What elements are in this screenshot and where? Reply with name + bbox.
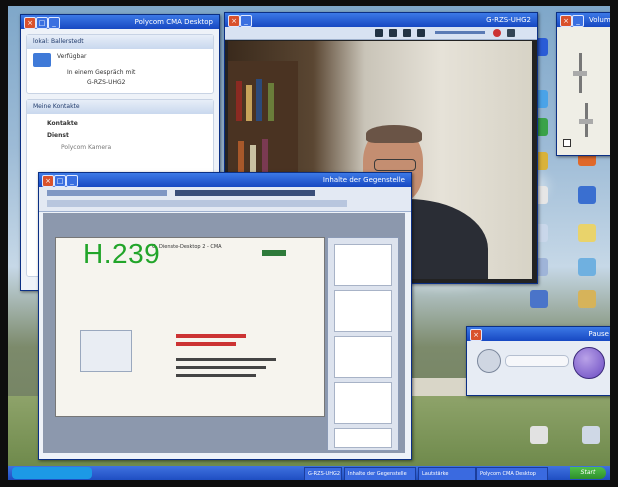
taskbar-item[interactable]: Polycom CMA Desktop — [476, 467, 548, 480]
content-window: × □ _ Inhalte der Gegenstelle G. Dienste… — [38, 172, 412, 460]
desktop-icon[interactable] — [578, 258, 596, 276]
contacts-title: Polycom CMA Desktop — [134, 18, 213, 26]
slide-text-line — [176, 358, 276, 361]
settings-icon[interactable] — [507, 29, 515, 37]
minimize-button[interactable]: _ — [48, 17, 60, 29]
person-glasses — [374, 159, 416, 171]
content-title: Inhalte der Gegenstelle — [322, 176, 405, 184]
slide-thumbnail-pane — [327, 237, 399, 451]
volume-slider-thumb[interactable] — [579, 119, 593, 124]
contacts-group[interactable]: Dienst — [47, 132, 69, 139]
second-toolbar[interactable] — [47, 200, 347, 207]
taskbar: G-RZS-UHG2 Inhalte der Gegenstelle Lauts… — [8, 466, 610, 480]
volume-window: × _ Volume — [556, 12, 610, 156]
close-button[interactable]: × — [24, 17, 36, 29]
close-button[interactable]: × — [42, 175, 54, 187]
pause-titlebar[interactable]: × Pause — [467, 327, 610, 341]
volume-titlebar[interactable]: × _ Volume — [557, 13, 610, 27]
contact-item[interactable]: Polycom Kamera — [61, 144, 111, 151]
book — [236, 81, 242, 121]
book — [268, 83, 274, 121]
contacts-header-label: Meine Kontakte — [33, 103, 80, 110]
slide-thumbnail[interactable] — [334, 336, 392, 378]
camera-icon[interactable] — [375, 29, 383, 37]
pause-progress-track — [505, 355, 569, 367]
minimize-button[interactable]: _ — [66, 175, 78, 187]
recycle-bin-icon[interactable] — [530, 426, 548, 444]
taskbar-item[interactable]: G-RZS-UHG2 — [304, 467, 342, 480]
pause-title: Pause — [588, 330, 609, 338]
slide-logo — [262, 250, 286, 256]
desktop-icon[interactable] — [530, 290, 548, 308]
local-user-panel: lokal: Ballerstedt Verfügbar In einem Ge… — [26, 34, 214, 94]
user-avatar — [33, 53, 51, 67]
taskbar-item[interactable]: Lautstärke — [418, 467, 476, 480]
contacts-header: Meine Kontakte — [27, 100, 213, 114]
call-status-line: In einem Gespräch mit — [67, 69, 136, 76]
minimize-button[interactable]: _ — [572, 15, 584, 27]
slide-text-line — [176, 334, 246, 338]
slide-screenshot — [80, 330, 132, 372]
local-user-name: lokal: Ballerstedt — [33, 38, 84, 45]
slide-heading: G. Dienste-Desktop 2 - CMA — [152, 244, 222, 250]
close-button[interactable]: × — [470, 329, 482, 341]
minimize-button[interactable]: _ — [240, 15, 252, 27]
mute-checkbox[interactable] — [563, 139, 571, 147]
slide-thumbnail[interactable] — [334, 382, 392, 424]
microphone-icon[interactable] — [389, 29, 397, 37]
maximize-button[interactable]: □ — [54, 175, 66, 187]
desktop-icon[interactable] — [578, 224, 596, 242]
desktop-icon[interactable] — [582, 426, 600, 444]
pause-dialog: × Pause — [466, 326, 610, 396]
slide-text-line — [176, 374, 256, 377]
menu-bar[interactable] — [47, 190, 167, 196]
video-titlebar[interactable]: × _ G-RZS-UHG2 — [225, 13, 537, 27]
monitor-bezel: × □ _ Polycom CMA Desktop lokal: Ballers… — [0, 0, 618, 487]
taskbar-item[interactable]: Inhalte der Gegenstelle — [344, 467, 416, 480]
volume-title: Volume — [588, 16, 610, 24]
fullscreen-icon[interactable] — [403, 29, 411, 37]
layout-icon[interactable] — [417, 29, 425, 37]
zoom-icon[interactable] — [477, 349, 501, 373]
contacts-section[interactable]: Kontakte — [47, 120, 78, 127]
slide-thumbnail[interactable] — [334, 290, 392, 332]
video-toolbar — [225, 27, 537, 40]
slide-thumbnail[interactable] — [334, 428, 392, 448]
desktop-icon[interactable] — [578, 186, 596, 204]
presentation-toolbar — [39, 187, 411, 212]
h239-overlay-label: H.239 — [83, 238, 161, 269]
video-title: G-RZS-UHG2 — [486, 16, 531, 24]
volume-slider[interactable] — [435, 31, 485, 34]
maximize-button[interactable]: □ — [36, 17, 48, 29]
desktop-screen: × □ _ Polycom CMA Desktop lokal: Ballers… — [8, 6, 610, 480]
contacts-titlebar[interactable]: × □ _ Polycom CMA Desktop — [21, 15, 219, 29]
slide-text-line — [176, 342, 236, 346]
balance-slider-thumb[interactable] — [573, 71, 587, 76]
back-arrow-icon[interactable] — [573, 347, 605, 379]
book — [256, 79, 262, 121]
person-hair — [366, 125, 422, 143]
system-tray[interactable] — [12, 467, 92, 479]
formatting-toolbar[interactable] — [175, 190, 315, 196]
call-device-name: G-RZS-UHG2 — [87, 79, 126, 86]
desktop-icon[interactable] — [578, 290, 596, 308]
local-user-status[interactable]: Verfügbar — [57, 53, 86, 60]
book — [246, 85, 252, 121]
close-button[interactable]: × — [228, 15, 240, 27]
local-user-header: lokal: Ballerstedt — [27, 35, 213, 49]
slide-thumbnail[interactable] — [334, 244, 392, 286]
close-button[interactable]: × — [560, 15, 572, 27]
slide-text-line — [176, 366, 266, 369]
content-titlebar[interactable]: × □ _ Inhalte der Gegenstelle — [39, 173, 411, 187]
start-button[interactable]: Start — [570, 467, 606, 479]
hangup-icon[interactable] — [493, 29, 501, 37]
